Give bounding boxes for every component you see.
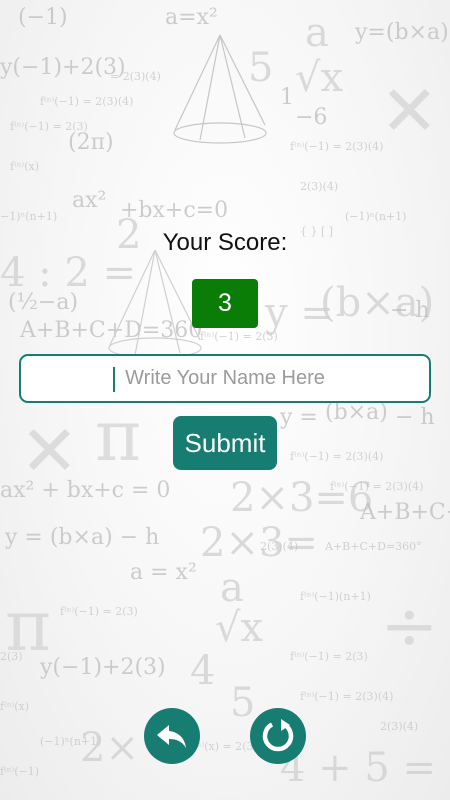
score-value-badge: 3 [192, 279, 258, 328]
score-label: Your Score: [162, 229, 288, 256]
text-cursor [113, 367, 115, 392]
restart-icon [262, 719, 294, 752]
submit-button[interactable]: Submit [173, 416, 277, 470]
back-button[interactable] [144, 708, 200, 764]
score-value: 3 [218, 289, 232, 317]
name-input[interactable] [19, 354, 431, 403]
restart-button[interactable] [250, 708, 306, 764]
back-arrow-icon [157, 725, 186, 748]
